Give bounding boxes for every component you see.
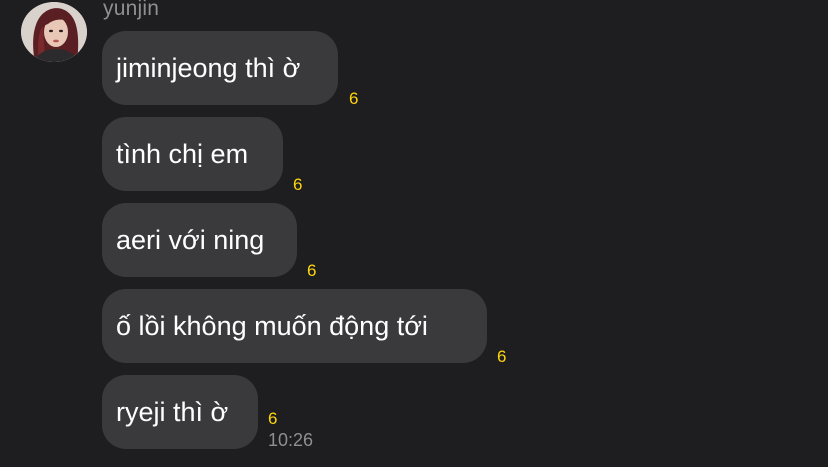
message-bubble[interactable]: ryeji thì ờ: [102, 375, 258, 449]
reaction-count[interactable]: 6: [268, 410, 277, 427]
sender-name: yunjin: [103, 0, 160, 20]
message-bubble[interactable]: jiminjeong thì ờ: [102, 31, 338, 105]
reaction-count[interactable]: 6: [293, 176, 302, 193]
message-text: ố lồi không muốn động tới: [116, 310, 428, 341]
avatar[interactable]: [21, 2, 87, 62]
message-text: ryeji thì ờ: [116, 396, 229, 427]
reaction-count[interactable]: 6: [307, 262, 316, 279]
reaction-count[interactable]: 6: [349, 90, 358, 107]
message-text: aeri với ning: [116, 224, 265, 255]
reaction-count[interactable]: 6: [497, 348, 506, 365]
chat-screen: yunjin jiminjeong thì ờ 6 tình chị em 6 …: [0, 0, 828, 467]
message-bubble[interactable]: aeri với ning: [102, 203, 297, 277]
message-bubble[interactable]: ố lồi không muốn động tới: [102, 289, 487, 363]
message-timestamp: 10:26: [268, 430, 314, 450]
message-text: jiminjeong thì ờ: [116, 52, 301, 83]
avatar-image: [21, 2, 87, 62]
message-text: tình chị em: [116, 138, 249, 169]
message-bubble[interactable]: tình chị em: [102, 117, 283, 191]
